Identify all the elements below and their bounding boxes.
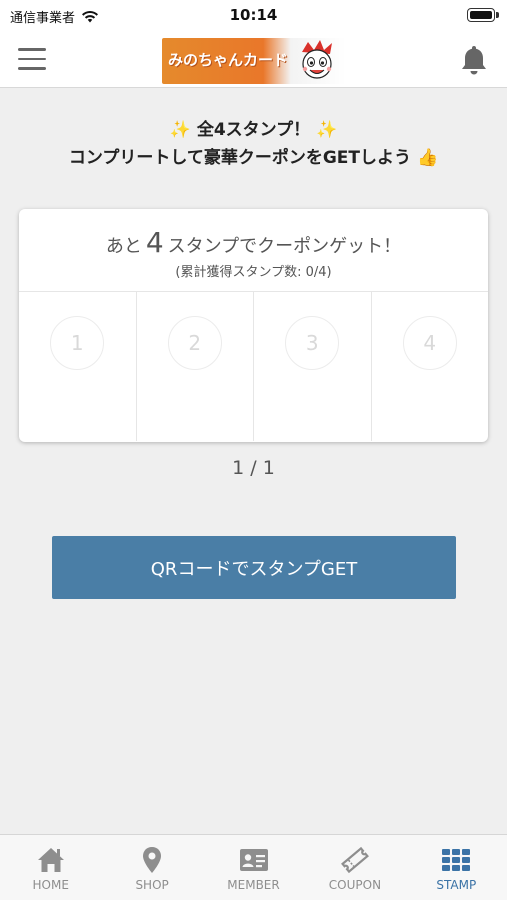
notification-bell-icon[interactable] [459, 44, 489, 76]
tab-member[interactable]: MEMBER [203, 835, 304, 900]
tab-label: COUPON [328, 878, 382, 892]
stamp-slot: 3 [254, 292, 372, 441]
tab-bar: HOME SHOP MEMBER COUPON STAMP [0, 834, 507, 900]
sparkle-icon: ✨ [316, 120, 338, 140]
headline-total-stamps: 全4スタンプ！ [196, 120, 311, 140]
coupon-ticket-icon [340, 846, 369, 874]
stamp-slot: 4 [372, 292, 489, 441]
stamp-card-summary: あと 4 スタンプでクーポンゲット！ (累計獲得スタンプ数: 0/4) [19, 209, 488, 292]
remaining-count: 4 [145, 226, 164, 259]
remaining-prefix: あと [105, 236, 142, 257]
tab-stamp[interactable]: STAMP [406, 835, 507, 900]
stamp-slot-number: 3 [285, 316, 340, 370]
stamp-headline: ✨ 全4スタンプ！ ✨ コンプリートして豪華クーポンをGETしよう 👍 [0, 116, 507, 172]
cumulative-stamp-count: (累計獲得スタンプ数: 0/4) [175, 265, 332, 280]
stamp-card: あと 4 スタンプでクーポンゲット！ (累計獲得スタンプ数: 0/4) 1 2 3 … [19, 209, 488, 442]
app-logo[interactable]: みのちゃんカード [162, 38, 346, 84]
thumbs-up-icon: 👍 [416, 148, 439, 168]
stamp-slot: 2 [137, 292, 254, 441]
tab-shop[interactable]: SHOP [101, 835, 202, 900]
member-card-icon [239, 849, 268, 871]
stamp-slot-number: 2 [167, 316, 222, 370]
tab-label: MEMBER [227, 878, 280, 892]
hamburger-menu-icon[interactable] [18, 48, 46, 72]
tab-label: SHOP [135, 878, 169, 892]
card-pager: 1 / 1 [232, 457, 275, 479]
sparkle-icon: ✨ [169, 120, 191, 140]
tab-label: STAMP [436, 878, 477, 892]
battery-icon [467, 8, 499, 22]
remaining-stamps-line: あと 4 スタンプでクーポンゲット！ [19, 209, 488, 259]
location-pin-icon [143, 847, 162, 873]
headline-complete-text: コンプリートして豪華クーポンをGETしよう [68, 148, 412, 168]
stamp-slots: 1 2 3 4 [19, 292, 488, 441]
tab-coupon[interactable]: COUPON [304, 835, 405, 900]
stamp-slot: 1 [19, 292, 137, 441]
stamp-grid-icon [442, 849, 471, 871]
qr-stamp-button[interactable]: QRコードでスタンプGET [52, 536, 456, 599]
stamp-slot-number: 1 [50, 316, 105, 370]
logo-text: みのちゃんカード [168, 51, 289, 69]
status-time: 10:14 [229, 6, 278, 24]
tab-home[interactable]: HOME [0, 835, 101, 900]
headline-line-2: コンプリートして豪華クーポンをGETしよう 👍 [0, 144, 507, 172]
stamp-slot-number: 4 [402, 316, 457, 370]
headline-line-1: ✨ 全4スタンプ！ ✨ [0, 116, 507, 144]
tab-label: HOME [32, 878, 69, 892]
app-header: みのちゃんカード [0, 32, 507, 88]
remaining-suffix: スタンプでクーポンゲット！ [167, 236, 402, 257]
status-bar: 通信事業者 10:14 [0, 0, 507, 32]
home-icon [37, 848, 64, 872]
mascot-icon [302, 40, 332, 79]
